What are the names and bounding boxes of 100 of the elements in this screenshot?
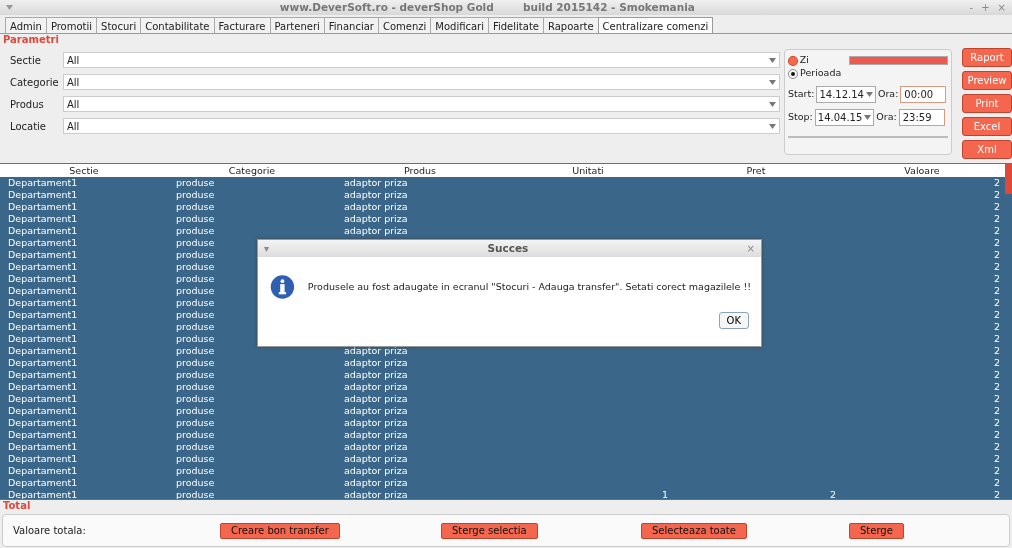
tab[interactable]: Contabilitate — [140, 17, 215, 33]
table-cell-text: produse — [175, 441, 215, 452]
table-cell-text: Departament1 — [7, 297, 78, 308]
table-cell-text: 2 — [992, 249, 1000, 260]
table-cell-text: 2 — [992, 417, 1000, 428]
table-cell-text: Departament1 — [7, 357, 78, 368]
total-label: Valoare totala: — [13, 524, 87, 538]
table-cell-text: adaptor priza — [343, 357, 408, 368]
tab[interactable]: Centralizare comenzi — [597, 17, 714, 33]
tab[interactable]: Facturare — [213, 17, 271, 33]
radio-button[interactable] — [788, 55, 798, 66]
table-cell-text: Departament1 — [7, 177, 78, 188]
table-cell-text: 2 — [992, 225, 1000, 236]
section-title: Parametri — [2, 34, 60, 46]
table-cell-text: 2 — [992, 189, 1000, 200]
action-button[interactable]: Sterge — [849, 522, 904, 539]
tab[interactable]: Rapoarte — [542, 17, 599, 33]
tab[interactable]: Admin — [5, 17, 47, 33]
dialog-title: Succes — [486, 240, 530, 256]
table-cell-text: 2 — [992, 309, 1000, 320]
table-cell-text: Departament1 — [7, 309, 78, 320]
time-field[interactable]: 23:59 — [898, 109, 945, 126]
table-cell-text: 2 — [992, 237, 1000, 248]
table-cell-text: 2 — [992, 477, 1000, 488]
caret-icon — [865, 92, 873, 97]
table-cell-text: adaptor priza — [343, 177, 408, 188]
table-cell-text: produse — [175, 261, 215, 272]
date-field[interactable]: 14.04.15 — [814, 109, 875, 126]
table-cell-text: Departament1 — [7, 321, 78, 332]
ok-button[interactable]: OK — [718, 312, 749, 329]
table-cell-text: 2 — [992, 369, 1000, 380]
field-label: Locatie — [10, 119, 47, 134]
table-cell-text: Departament1 — [7, 189, 78, 200]
action-button[interactable]: Sterge selectia — [441, 522, 538, 539]
table-cell-text: Departament1 — [7, 453, 78, 464]
radio-label: Perioada — [800, 66, 842, 81]
date-field[interactable]: 14.12.14 — [816, 86, 876, 103]
dropdown[interactable]: All — [63, 118, 780, 134]
table-cell-text: produse — [175, 453, 215, 464]
tab[interactable]: Parteneri — [269, 17, 325, 33]
section-title: Total — [2, 500, 32, 512]
table-cell-text: produse — [175, 297, 215, 308]
time-field[interactable]: 00:00 — [900, 86, 947, 103]
tab[interactable]: Fidelitate — [487, 17, 544, 33]
table-cell-text: Departament1 — [7, 213, 78, 224]
column-header: Categorie — [227, 164, 277, 177]
table-cell-text: 2 — [992, 321, 1000, 332]
tab[interactable]: Modificari — [430, 17, 489, 33]
table-cell-text: produse — [175, 477, 215, 488]
table-cell-text: Departament1 — [7, 417, 78, 428]
tab[interactable]: Financiar — [323, 17, 379, 33]
tab[interactable]: Comenzi — [377, 17, 432, 33]
table-cell-text: 2 — [992, 381, 1000, 392]
dropdown[interactable]: All — [63, 74, 780, 90]
table-cell-text: Departament1 — [7, 429, 78, 440]
table-cell-text: adaptor priza — [343, 417, 408, 428]
scrollbar-thumb[interactable] — [1005, 164, 1012, 194]
table-cell-text: adaptor priza — [343, 189, 408, 200]
action-button[interactable]: Selecteaza toate — [641, 522, 747, 539]
table-cell-text: produse — [175, 405, 215, 416]
field-label: Produs — [10, 97, 45, 112]
table-cell-text: produse — [175, 249, 215, 260]
tab[interactable]: Promotii — [45, 17, 98, 33]
dropdown[interactable]: All — [63, 52, 780, 68]
column-header: Pret — [745, 164, 767, 177]
action-button[interactable]: Creare bon transfer — [220, 522, 340, 539]
table-cell-text: produse — [175, 177, 215, 188]
window-menu-icon[interactable] — [6, 5, 13, 10]
table-cell-text: adaptor priza — [343, 225, 408, 236]
dropdown[interactable] — [848, 56, 948, 65]
table-cell-text: adaptor priza — [343, 345, 408, 356]
table-cell-text: Departament1 — [7, 393, 78, 404]
table-cell-text: Departament1 — [7, 465, 78, 476]
table-cell-text: 2 — [992, 273, 1000, 284]
table-cell-text: adaptor priza — [343, 369, 408, 380]
caret-icon — [769, 57, 776, 63]
table-cell-text: produse — [175, 369, 215, 380]
field-label: Stop: — [788, 110, 813, 125]
table-cell-text: 1 — [660, 489, 668, 499]
field-label: Ora: — [876, 110, 897, 125]
table-cell-text: Departament1 — [7, 261, 78, 272]
table-cell-text: 2 — [828, 489, 836, 499]
column-header: Valoare — [903, 164, 941, 177]
table-cell-text: adaptor priza — [343, 477, 408, 488]
tab[interactable]: Stocuri — [96, 17, 142, 33]
table-cell-text: 2 — [992, 465, 1000, 476]
field-label: Start: — [788, 87, 815, 102]
radio-button[interactable] — [788, 68, 798, 79]
table-cell-text: 2 — [992, 441, 1000, 452]
table-cell-text: produse — [175, 429, 215, 440]
table-cell-text: produse — [175, 357, 215, 368]
caret-icon — [769, 101, 776, 107]
table-cell-text: adaptor priza — [343, 429, 408, 440]
table-cell-text: Departament1 — [7, 333, 78, 344]
table-cell-text: Departament1 — [7, 441, 78, 452]
table-cell-text: produse — [175, 393, 215, 404]
dropdown[interactable]: All — [63, 96, 780, 112]
table-cell-text: 2 — [992, 393, 1000, 404]
table-cell-text: Departament1 — [7, 237, 78, 248]
table-cell-text: 2 — [992, 285, 1000, 296]
